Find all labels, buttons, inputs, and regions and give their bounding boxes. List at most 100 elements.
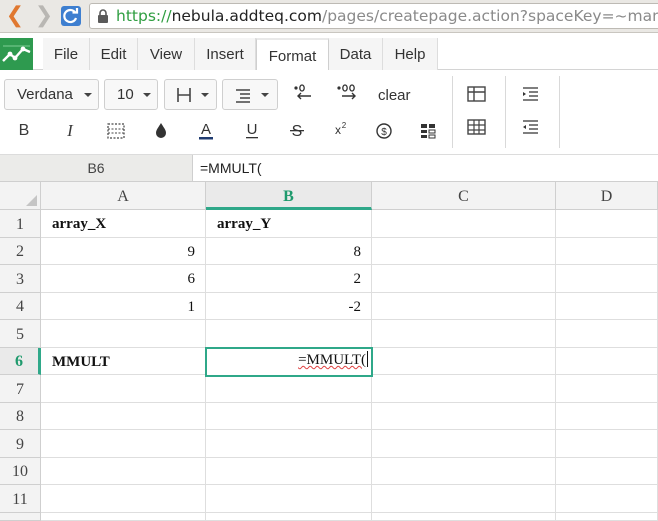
cell-reference-box[interactable]: B6 (0, 155, 193, 181)
table-grid-button[interactable] (464, 115, 490, 141)
cell-d2[interactable] (556, 238, 658, 265)
bold-button[interactable]: B (11, 118, 37, 144)
cell-b6-editor[interactable]: =MMULT( (205, 347, 373, 377)
cell-b7[interactable] (206, 375, 372, 403)
cell-d4[interactable] (556, 293, 658, 320)
cell-a3[interactable]: 6 (41, 265, 206, 293)
cell-b10[interactable] (206, 458, 372, 485)
row-header-6[interactable]: 6 (0, 348, 41, 375)
cell-a1[interactable]: array_X (41, 210, 206, 238)
column-header-b[interactable]: B (206, 182, 372, 210)
fill-color-button[interactable] (148, 118, 174, 144)
cell-d5[interactable] (556, 320, 658, 348)
row-header-8[interactable]: 8 (0, 403, 41, 430)
column-header-d[interactable]: D (556, 182, 658, 210)
cell-c11[interactable] (372, 485, 556, 513)
cell-d12[interactable] (556, 513, 658, 521)
cell-c9[interactable] (372, 430, 556, 458)
cell-b6-value: =MMULT( (298, 352, 366, 368)
increase-decimal-button[interactable] (334, 82, 360, 108)
cell-d9[interactable] (556, 430, 658, 458)
cell-c8[interactable] (372, 403, 556, 430)
menu-view[interactable]: View (138, 38, 195, 70)
menu-format[interactable]: Format (256, 38, 329, 70)
column-header-c[interactable]: C (372, 182, 556, 210)
row-header-12[interactable] (0, 513, 41, 521)
cell-d1[interactable] (556, 210, 658, 238)
cell-c12[interactable] (372, 513, 556, 521)
cell-c5[interactable] (372, 320, 556, 348)
cell-d3[interactable] (556, 265, 658, 293)
insert-table-button[interactable] (464, 82, 490, 108)
menu-file[interactable]: File (43, 38, 90, 70)
cell-a6[interactable]: MMULT (41, 348, 206, 375)
cell-d11[interactable] (556, 485, 658, 513)
back-arrow-icon[interactable]: ❮ (4, 4, 26, 28)
cell-c4[interactable] (372, 293, 556, 320)
row-header-1[interactable]: 1 (0, 210, 41, 238)
cell-c7[interactable] (372, 375, 556, 403)
cell-a2[interactable]: 9 (41, 238, 206, 265)
cell-d10[interactable] (556, 458, 658, 485)
decrease-decimal-button[interactable] (289, 82, 315, 108)
cell-c1[interactable] (372, 210, 556, 238)
outdent-button[interactable] (518, 115, 544, 141)
row-header-7[interactable]: 7 (0, 375, 41, 403)
borders-dropdown[interactable] (164, 79, 217, 110)
cell-b2[interactable]: 8 (206, 238, 372, 265)
cell-a5[interactable] (41, 320, 206, 348)
cell-a8[interactable] (41, 403, 206, 430)
cell-b5[interactable] (206, 320, 372, 348)
reload-icon[interactable] (60, 5, 82, 27)
row-header-3[interactable]: 3 (0, 265, 41, 293)
row-header-5[interactable]: 5 (0, 320, 41, 348)
cell-b12[interactable] (206, 513, 372, 521)
cell-c2[interactable] (372, 238, 556, 265)
currency-button[interactable]: $ (371, 118, 397, 144)
formula-input[interactable]: =MMULT( (200, 155, 262, 181)
indent-button[interactable] (518, 82, 544, 108)
cell-d7[interactable] (556, 375, 658, 403)
cell-d6[interactable] (556, 348, 658, 375)
cell-b8[interactable] (206, 403, 372, 430)
forward-arrow-icon[interactable]: ❯ (33, 4, 55, 28)
cell-b3[interactable]: 2 (206, 265, 372, 293)
align-dropdown[interactable] (222, 79, 278, 110)
cell-a11[interactable] (41, 485, 206, 513)
menu-edit[interactable]: Edit (90, 38, 138, 70)
text-color-button[interactable]: A (193, 118, 219, 144)
row-header-2[interactable]: 2 (0, 238, 41, 265)
format-table-button[interactable] (415, 118, 441, 144)
cell-b11[interactable] (206, 485, 372, 513)
column-header-a[interactable]: A (41, 182, 206, 210)
row-header-11[interactable]: 11 (0, 485, 41, 513)
cell-a12[interactable] (41, 513, 206, 521)
cell-b4[interactable]: -2 (206, 293, 372, 320)
menu-help[interactable]: Help (383, 38, 438, 70)
clear-button[interactable]: clear (378, 84, 411, 108)
row-header-10[interactable]: 10 (0, 458, 41, 485)
font-size-select[interactable]: 10 (104, 79, 158, 110)
superscript-button[interactable]: x 2 (328, 118, 354, 144)
cell-a10[interactable] (41, 458, 206, 485)
cell-a7[interactable] (41, 375, 206, 403)
strikethrough-button[interactable]: S (284, 118, 310, 144)
cell-c3[interactable] (372, 265, 556, 293)
italic-button[interactable]: I (57, 118, 83, 144)
cell-c6[interactable] (372, 348, 556, 375)
cell-a9[interactable] (41, 430, 206, 458)
underline-button[interactable]: U (239, 118, 265, 144)
menu-data[interactable]: Data (329, 38, 383, 70)
cell-d8[interactable] (556, 403, 658, 430)
address-bar[interactable]: https://nebula.addteq.com/pages/createpa… (89, 3, 658, 29)
menu-insert[interactable]: Insert (195, 38, 256, 70)
cell-b1[interactable]: array_Y (206, 210, 372, 238)
cell-b9[interactable] (206, 430, 372, 458)
cell-a4[interactable]: 1 (41, 293, 206, 320)
cell-c10[interactable] (372, 458, 556, 485)
row-header-9[interactable]: 9 (0, 430, 41, 458)
select-all-corner[interactable] (0, 182, 41, 210)
merge-cells-button[interactable] (103, 118, 129, 144)
font-family-select[interactable]: Verdana (4, 79, 99, 110)
row-header-4[interactable]: 4 (0, 293, 41, 320)
